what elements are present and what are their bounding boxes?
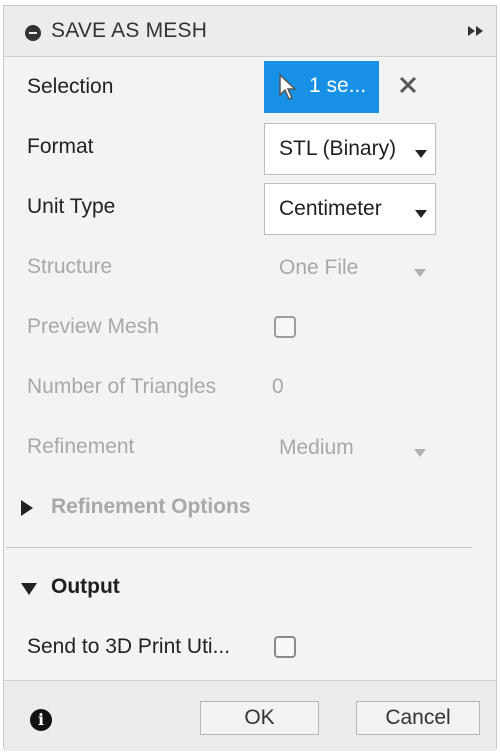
- caret-down-icon: [414, 444, 426, 462]
- unit-type-row: Unit Type Centimeter: [4, 179, 496, 235]
- structure-select[interactable]: One File: [264, 243, 436, 295]
- triangles-label: Number of Triangles: [27, 375, 217, 398]
- refinement-label: Refinement: [27, 435, 135, 458]
- selection-label: Selection: [27, 75, 114, 98]
- selection-button[interactable]: 1 se...: [264, 61, 379, 113]
- structure-row: Structure One File: [4, 239, 496, 295]
- format-select[interactable]: STL (Binary): [264, 123, 436, 175]
- dialog-title: SAVE AS MESH: [51, 19, 208, 42]
- preview-mesh-row: Preview Mesh: [4, 299, 496, 355]
- structure-label: Structure: [27, 255, 113, 278]
- caret-down-icon: [414, 264, 426, 282]
- selection-count: 1 se...: [309, 74, 367, 97]
- minus-circle-icon: [25, 25, 41, 41]
- output-section[interactable]: Output: [4, 563, 496, 613]
- triangles-row: Number of Triangles 0: [4, 359, 496, 415]
- send-to-print-row: Send to 3D Print Uti...: [4, 619, 496, 675]
- refinement-row: Refinement Medium: [4, 419, 496, 475]
- refinement-options-header: Refinement Options: [51, 495, 251, 518]
- format-value: STL (Binary): [279, 137, 397, 160]
- refinement-options-section[interactable]: Refinement Options: [4, 483, 496, 533]
- dialog-footer: i OK Cancel: [4, 680, 496, 751]
- send-to-print-checkbox[interactable]: [274, 636, 296, 658]
- dialog-titlebar: SAVE AS MESH: [4, 6, 496, 57]
- output-header: Output: [51, 575, 120, 598]
- cursor-icon: [278, 73, 298, 106]
- refinement-value: Medium: [279, 436, 354, 459]
- save-as-mesh-dialog: SAVE AS MESH Selection 1 se... Format ST…: [3, 5, 497, 751]
- selection-row: Selection 1 se...: [4, 59, 496, 115]
- send-to-print-label: Send to 3D Print Uti...: [27, 635, 231, 658]
- section-divider: [6, 547, 472, 548]
- triangle-down-icon[interactable]: [20, 582, 38, 601]
- caret-down-icon: [415, 205, 427, 223]
- double-chevron-right-icon[interactable]: [466, 24, 488, 38]
- ok-button[interactable]: OK: [200, 701, 319, 735]
- format-label: Format: [27, 135, 94, 158]
- preview-mesh-label: Preview Mesh: [27, 315, 159, 338]
- triangle-right-icon[interactable]: [20, 499, 34, 522]
- close-icon[interactable]: [397, 74, 419, 96]
- caret-down-icon: [415, 145, 427, 163]
- cancel-button[interactable]: Cancel: [356, 701, 480, 735]
- unit-type-label: Unit Type: [27, 195, 116, 218]
- preview-mesh-checkbox[interactable]: [274, 316, 296, 338]
- unit-type-value: Centimeter: [279, 197, 382, 220]
- unit-type-select[interactable]: Centimeter: [264, 183, 436, 235]
- triangles-value: 0: [272, 375, 284, 398]
- structure-value: One File: [279, 256, 359, 279]
- refinement-select[interactable]: Medium: [264, 423, 436, 475]
- format-row: Format STL (Binary): [4, 119, 496, 175]
- info-icon[interactable]: i: [30, 709, 52, 731]
